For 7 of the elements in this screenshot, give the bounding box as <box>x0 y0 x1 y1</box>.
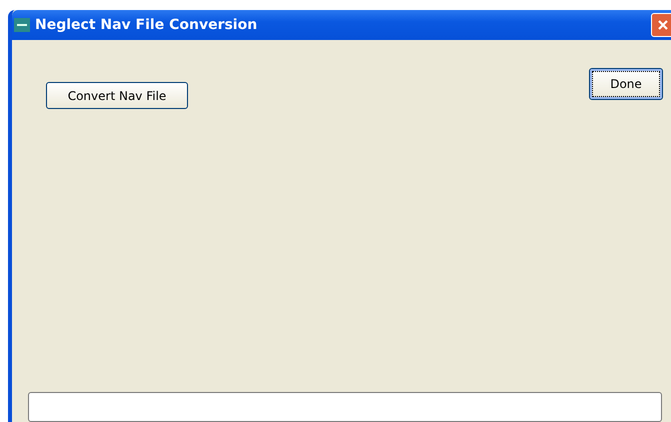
close-icon <box>657 19 669 31</box>
app-icon <box>14 18 30 32</box>
done-button[interactable]: Done <box>589 68 663 100</box>
status-field[interactable] <box>28 392 662 422</box>
convert-button[interactable]: Convert Nav File <box>46 82 188 109</box>
window-title: Neglect Nav File Conversion <box>35 17 258 33</box>
close-button[interactable] <box>651 13 671 37</box>
